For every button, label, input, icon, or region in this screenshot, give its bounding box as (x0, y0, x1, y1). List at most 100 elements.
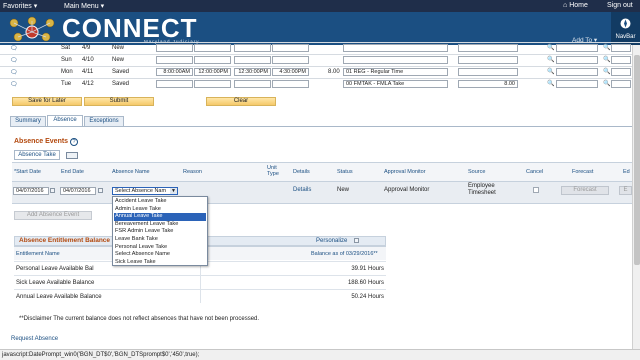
tab-absence[interactable]: Absence (47, 115, 83, 126)
status-value: New (337, 187, 350, 193)
clear-button[interactable]: Clear (206, 97, 276, 106)
absence-name-dropdown[interactable]: Accident Leave Take Admin Leave Take Annua… (112, 196, 208, 266)
absence-row (12, 182, 632, 204)
day-cell: Sun (61, 57, 72, 63)
home-icon: ⌂ (563, 2, 568, 9)
submit-button[interactable]: Submit (84, 97, 154, 106)
col-forecast: Forecast (572, 169, 594, 175)
search-icon[interactable]: 🔍 (603, 44, 610, 51)
main-menu[interactable]: Main Menu ▾ (64, 2, 104, 10)
dropdown-option[interactable]: Accident Leave Take (114, 198, 206, 206)
dropdown-option[interactable]: Leave Bank Take (114, 236, 206, 244)
calendar-icon[interactable] (98, 188, 103, 193)
time-input[interactable] (272, 44, 309, 52)
quantity-input[interactable] (458, 56, 518, 64)
request-absence-link[interactable]: Request Absence (11, 336, 58, 342)
scrollbar-thumb[interactable] (634, 55, 640, 265)
save-for-later-button[interactable]: Save for Later (12, 97, 82, 106)
help-icon[interactable]: ? (70, 138, 78, 146)
extra-input[interactable] (611, 68, 631, 76)
quantity-input[interactable]: 8.00 (458, 80, 518, 88)
date-cell: 4/12 (82, 81, 94, 87)
trc-select[interactable]: 01 REG - Regular Time (343, 68, 448, 76)
time-input[interactable] (272, 56, 309, 64)
task-input[interactable] (556, 68, 598, 76)
home-link[interactable]: ⌂ Home (563, 2, 588, 9)
status-cell: New (112, 45, 125, 51)
time-input[interactable] (194, 80, 231, 88)
search-icon[interactable]: 🔍 (547, 80, 554, 87)
extra-input[interactable] (611, 56, 631, 64)
dropdown-option[interactable]: Select Absence Name (114, 251, 206, 259)
trc-select[interactable]: 00 FMTAK - FMLA Take (343, 80, 448, 88)
trc-select[interactable] (343, 56, 448, 64)
time-input[interactable] (156, 44, 193, 52)
task-input[interactable] (556, 56, 598, 64)
search-icon[interactable]: 🔍 (603, 68, 610, 75)
dropdown-option[interactable]: Bereavement Leave Take (114, 221, 206, 229)
search-icon[interactable]: 🔍 (547, 44, 554, 51)
time-input[interactable] (234, 56, 271, 64)
end-date-input[interactable]: 04/07/2016 (60, 187, 96, 195)
calendar-icon[interactable] (50, 188, 55, 193)
source-value: Employee Timesheet (468, 183, 496, 196)
navbar-button[interactable]: NavBar (611, 12, 640, 45)
entitlement-balance: 50.24 Hours (351, 294, 384, 300)
chevron-down-icon[interactable]: ▼ (170, 188, 177, 194)
search-icon[interactable]: 🔍 (547, 56, 554, 63)
trc-select[interactable] (343, 44, 448, 52)
time-input[interactable] (156, 56, 193, 64)
comment-icon[interactable]: 🗨 (10, 69, 18, 76)
page-scrollbar[interactable] (632, 45, 640, 349)
time-input[interactable] (194, 56, 231, 64)
dropdown-option[interactable]: FSR Admin Leave Take (114, 228, 206, 236)
extra-input[interactable] (611, 80, 631, 88)
col-details: Details (293, 169, 310, 175)
col-approval-monitor: Approval Monitor (384, 169, 426, 175)
task-input[interactable] (556, 80, 598, 88)
search-icon[interactable]: 🔍 (603, 80, 610, 87)
time-input[interactable]: 4:30:00PM (272, 68, 309, 76)
tab-exceptions[interactable]: Exceptions (84, 116, 124, 126)
comment-icon[interactable]: 🗨 (10, 81, 18, 88)
task-input[interactable] (556, 44, 598, 52)
time-input[interactable] (234, 80, 271, 88)
time-input[interactable] (234, 44, 271, 52)
search-icon[interactable]: 🔍 (603, 56, 610, 63)
time-input[interactable]: 12:30:00PM (234, 68, 271, 76)
extra-input[interactable] (611, 44, 631, 52)
personalize-link[interactable]: Personalize (316, 238, 347, 244)
time-input[interactable]: 12:00:00PM (194, 68, 231, 76)
add-absence-event-button[interactable]: Add Absence Event (14, 211, 92, 220)
grid-icon[interactable] (354, 238, 359, 243)
dropdown-option[interactable]: Personal Leave Take (114, 244, 206, 252)
cancel-checkbox[interactable] (533, 187, 539, 193)
tab-absence-take[interactable]: Absence Take (14, 150, 60, 160)
search-icon[interactable]: 🔍 (547, 68, 554, 75)
col-unit-type: Unit Type (267, 165, 279, 177)
dropdown-option[interactable]: Admin Leave Take (114, 206, 206, 214)
grid-view-icon[interactable] (66, 152, 78, 159)
row-divider (0, 42, 640, 43)
start-date-input[interactable]: 04/07/2016 (13, 187, 49, 195)
time-input[interactable] (156, 80, 193, 88)
time-input[interactable] (194, 44, 231, 52)
entitlement-balance: 39.91 Hours (351, 266, 384, 272)
tab-summary[interactable]: Summary (10, 116, 46, 126)
approval-monitor-link[interactable]: Approval Monitor (384, 187, 429, 193)
comment-icon[interactable]: 🗨 (10, 45, 18, 52)
edit-button[interactable]: E (619, 186, 632, 195)
status-cell: Saved (112, 69, 130, 75)
details-link[interactable]: Details (293, 187, 311, 193)
absence-name-select[interactable]: Select Absence Nam (112, 187, 178, 195)
signout-link[interactable]: Sign out (607, 2, 633, 9)
time-input[interactable] (272, 80, 309, 88)
dropdown-option[interactable]: Sick Leave Take (114, 259, 206, 267)
quantity-input[interactable] (458, 68, 518, 76)
quantity-input[interactable] (458, 44, 518, 52)
comment-icon[interactable]: 🗨 (10, 57, 18, 64)
favorites-menu[interactable]: Favorites ▾ (3, 2, 37, 10)
time-input[interactable]: 8:00:00AM (156, 68, 193, 76)
forecast-button[interactable]: Forecast (561, 186, 609, 195)
dropdown-option[interactable]: Annual Leave Take (114, 213, 206, 221)
